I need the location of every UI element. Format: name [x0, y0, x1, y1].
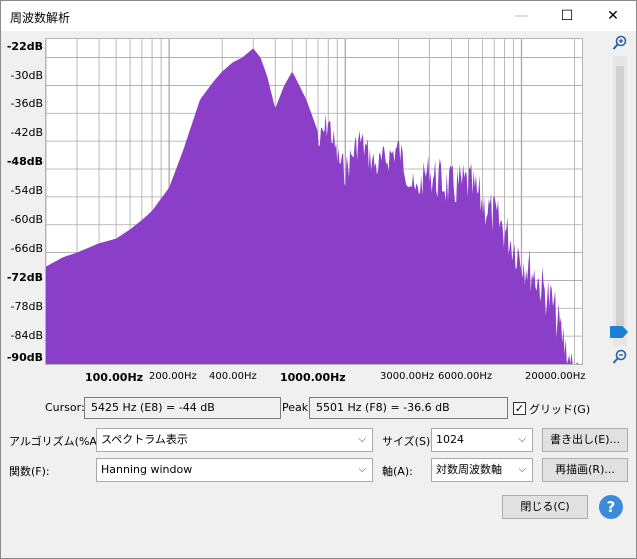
y-tick-label: -22dB	[6, 40, 43, 53]
x-tick-label: 100.00Hz	[85, 371, 144, 384]
cursor-value-field: 5425 Hz (E8) = -44 dB	[84, 397, 281, 419]
redraw-button[interactable]: 再描画(R)...	[542, 458, 628, 482]
chevron-down-icon: ⌵	[518, 434, 526, 445]
size-select[interactable]: 1024 ⌵	[431, 428, 533, 452]
title-bar: 周波数解析 — ☐ ✕	[1, 1, 636, 31]
grid-checkbox[interactable]: ✓	[513, 402, 526, 415]
close-button[interactable]: 閉じる(C)	[502, 495, 588, 519]
export-button[interactable]: 書き出し(E)...	[542, 428, 628, 452]
function-select[interactable]: Hanning window ⌵	[96, 458, 373, 482]
spectrum-svg	[45, 39, 582, 364]
peak-value-field: 5501 Hz (F8) = -36.6 dB	[309, 397, 508, 419]
close-window-button[interactable]: ✕	[590, 1, 636, 31]
slider-track	[616, 66, 624, 326]
y-tick-label: -48dB	[6, 155, 43, 168]
axis-select[interactable]: 対数周波数軸 ⌵	[431, 458, 533, 482]
cursor-label: Cursor:	[45, 401, 85, 414]
chevron-down-icon: ⌵	[518, 464, 526, 475]
y-tick-label: -78dB	[10, 300, 44, 313]
x-tick-label: 400.00Hz	[209, 371, 257, 382]
vertical-zoom-slider[interactable]	[613, 56, 627, 346]
help-icon[interactable]: ?	[599, 495, 623, 519]
y-tick-label: -60dB	[10, 213, 44, 226]
y-tick-label: -54dB	[10, 184, 44, 197]
y-tick-label: -42dB	[10, 126, 44, 139]
size-value: 1024	[436, 433, 464, 446]
x-tick-label: 6000.00Hz	[438, 371, 493, 382]
y-tick-label: -72dB	[6, 271, 43, 284]
chevron-down-icon: ⌵	[358, 464, 366, 475]
window-title: 周波数解析	[10, 11, 71, 25]
algorithm-label: アルゴリズム(%A):	[9, 435, 105, 448]
algorithm-select[interactable]: スペクトラム表示 ⌵	[96, 428, 373, 452]
axis-value: 対数周波数軸	[436, 463, 502, 476]
x-tick-label: 200.00Hz	[149, 371, 197, 382]
spectrum-area-fill	[46, 48, 582, 364]
y-tick-label: -30dB	[10, 69, 44, 82]
zoom-in-icon[interactable]	[611, 35, 629, 53]
zoom-out-icon[interactable]	[611, 349, 629, 367]
size-label: サイズ(S):	[382, 435, 434, 448]
function-value: Hanning window	[101, 463, 193, 476]
grid-checkbox-label[interactable]: グリッド(G)	[529, 401, 590, 417]
y-tick-label: -84dB	[10, 329, 44, 342]
x-tick-label: 1000.00Hz	[280, 371, 346, 384]
y-tick-label: -36dB	[10, 97, 44, 110]
peak-label: Peak:	[282, 401, 312, 414]
x-tick-label: 3000.00Hz	[380, 371, 435, 382]
minimize-button[interactable]: —	[498, 1, 544, 31]
frequency-analysis-window: 周波数解析 — ☐ ✕ -22dB -30dB -36dB -42dB -48d…	[0, 0, 637, 559]
y-tick-label: -90dB	[6, 351, 43, 364]
y-tick-label: -66dB	[10, 242, 44, 255]
function-label: 関数(F):	[9, 465, 50, 478]
axis-label: 軸(A):	[382, 465, 413, 478]
maximize-button[interactable]: ☐	[544, 1, 590, 31]
algorithm-value: スペクトラム表示	[101, 433, 188, 446]
x-tick-label: 20000.00Hz	[525, 371, 586, 382]
spectrum-plot[interactable]	[45, 38, 583, 365]
chevron-down-icon: ⌵	[358, 434, 366, 445]
